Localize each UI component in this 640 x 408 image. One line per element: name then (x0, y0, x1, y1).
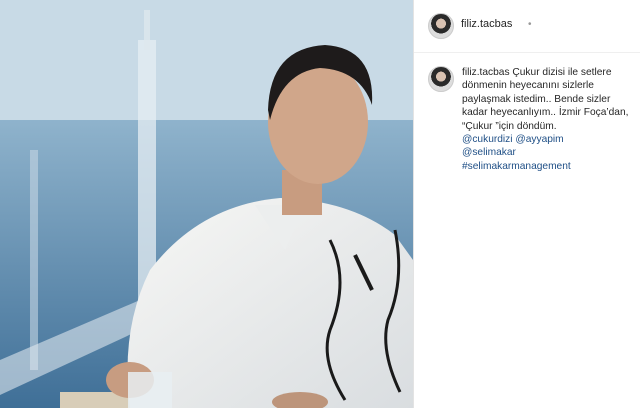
caption-tag-line[interactable]: @cukurdizi @ayyapim (462, 133, 634, 146)
caption-username[interactable]: filiz.tacbas (462, 67, 510, 78)
header-username[interactable]: filiz.tacbas (461, 18, 512, 30)
header-dot: • (528, 19, 532, 30)
caption-avatar[interactable] (428, 66, 454, 92)
header-avatar[interactable] (428, 13, 454, 39)
caption-tag-line[interactable]: #selimakarmanagement (462, 160, 634, 173)
caption-tag-line[interactable]: @selimakar (462, 146, 634, 159)
photo-illustration (0, 0, 413, 408)
post-header: filiz.tacbas • (414, 0, 640, 53)
caption-tags: @cukurdizi @ayyapim @selimakar #selimaka… (462, 133, 634, 173)
post-side-panel: filiz.tacbas • filiz.tacbas Çukur dizisi… (413, 0, 640, 408)
post-caption: filiz.tacbas Çukur dizisi ile setlere dö… (462, 66, 634, 173)
post-photo[interactable] (0, 0, 413, 408)
post-window: filiz.tacbas • filiz.tacbas Çukur dizisi… (0, 0, 640, 408)
